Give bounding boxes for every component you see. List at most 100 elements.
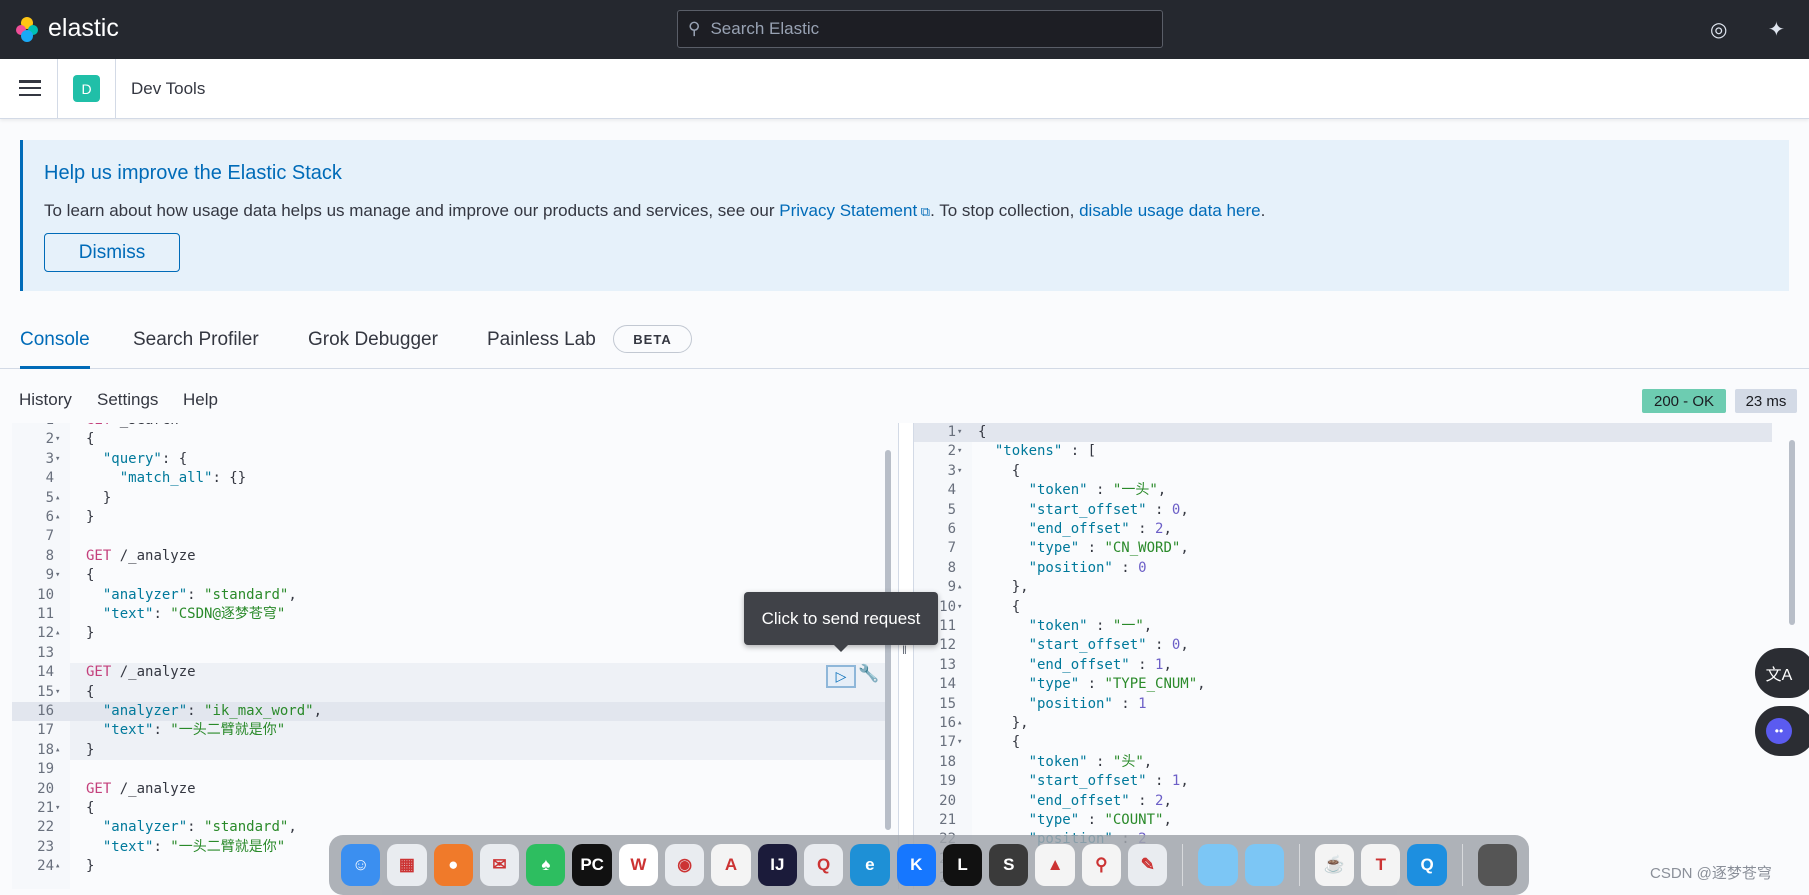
response-viewer[interactable]: 1 ▾{2 ▾ "tokens" : [3 ▾ {4 "token" : "一头", 5… [914, 423, 1783, 889]
code-line[interactable]: 2 ▾ "tokens" : [ [914, 442, 1783, 461]
code-line[interactable]: 15 ▾ { [12, 682, 898, 702]
fold-toggle-icon[interactable]: ▴ [957, 578, 962, 597]
wrench-icon[interactable]: 🔧 [858, 664, 879, 684]
fold-toggle-icon[interactable]: ▾ [957, 733, 962, 752]
code-line[interactable]: 18 ▴} [12, 740, 898, 761]
code-line[interactable]: 3 ▾ { [914, 462, 1783, 481]
translate-button[interactable]: 文A [1755, 648, 1809, 698]
code-line[interactable]: 21 "type" : "COUNT", [914, 811, 1783, 830]
code-line[interactable]: 15 "position" : 1 [914, 695, 1783, 714]
tab-search-profiler[interactable]: Search Profiler [133, 329, 259, 369]
evernote-icon[interactable]: ♠ [526, 844, 566, 886]
code-line[interactable]: 5 ▴ } [12, 489, 898, 508]
maps-icon[interactable]: ▲ [1035, 844, 1075, 886]
help-icon[interactable]: ◎ [1710, 17, 1727, 42]
sublime-icon[interactable]: S [989, 844, 1029, 886]
code-line[interactable]: 9 ▾ { [12, 566, 898, 585]
code-line[interactable]: 17 "text": "一头二臂就是你" [12, 721, 898, 741]
menu-icon[interactable] [19, 78, 41, 98]
fold-toggle-icon[interactable]: ▾ [957, 462, 962, 481]
preview-icon[interactable]: ✎ [1128, 844, 1168, 886]
tab-painless-lab[interactable]: Painless Lab [487, 329, 596, 369]
code-line[interactable]: 18 "token" : "头", [914, 753, 1783, 772]
edge-icon[interactable]: e [850, 844, 890, 886]
fold-toggle-icon[interactable]: ▾ [957, 442, 962, 461]
code-line[interactable]: 19 "start_offset" : 1, [914, 772, 1783, 791]
code-line[interactable]: 8 "position" : 0 [914, 559, 1783, 578]
fold-toggle-icon[interactable]: ▴ [55, 489, 60, 508]
send-request-button[interactable]: ▷ [826, 665, 856, 688]
fold-toggle-icon[interactable]: ▾ [957, 423, 962, 442]
fold-toggle-icon[interactable]: ▾ [55, 566, 60, 585]
code-line[interactable]: 14 GET /_analyze [12, 663, 898, 683]
launchpad-icon[interactable]: ▦ [387, 844, 427, 886]
code-line[interactable]: 9 ▴ }, [914, 578, 1783, 597]
java-icon[interactable]: ☕ [1314, 844, 1355, 886]
trash-icon[interactable] [1477, 844, 1517, 886]
response-scrollbar[interactable] [1789, 440, 1795, 625]
code-line[interactable]: 20 GET /_analyze [12, 780, 898, 799]
code-line[interactable]: 7 [12, 527, 898, 546]
finder-icon[interactable]: ☺ [341, 844, 381, 886]
privacy-statement-link[interactable]: Privacy Statement [779, 201, 917, 220]
wechat-icon[interactable]: ✉ [479, 844, 520, 886]
code-line[interactable]: 12 "start_offset" : 0, [914, 636, 1783, 655]
fold-toggle-icon[interactable]: ▴ [957, 714, 962, 733]
folder-icon[interactable] [1198, 844, 1238, 886]
space-avatar[interactable]: D [73, 75, 100, 102]
code-line[interactable]: 13 "end_offset" : 1, [914, 656, 1783, 675]
text-edit-icon[interactable]: T [1361, 844, 1401, 886]
elastic-logo[interactable]: elastic [14, 14, 119, 43]
fold-toggle-icon[interactable]: ▾ [55, 683, 60, 702]
fold-toggle-icon[interactable]: ▴ [55, 741, 60, 760]
search-icon[interactable]: ⚲ [1081, 844, 1122, 886]
code-line[interactable]: 20 "end_offset" : 2, [914, 792, 1783, 811]
qq-icon[interactable]: Q [803, 844, 844, 886]
fold-toggle-icon[interactable]: ▾ [55, 450, 60, 469]
assistant-button[interactable]: •• [1755, 706, 1809, 756]
tab-console[interactable]: Console [20, 329, 90, 369]
code-line[interactable]: 11 "token" : "一", [914, 617, 1783, 636]
code-line[interactable]: 7 "type" : "CN_WORD", [914, 539, 1783, 558]
code-line[interactable]: 14 "type" : "TYPE_CNUM", [914, 675, 1783, 694]
code-line[interactable]: 1 ▾ { [914, 423, 1783, 443]
intellij-icon[interactable]: IJ [757, 844, 797, 886]
fold-toggle-icon[interactable]: ▴ [55, 508, 60, 527]
code-line[interactable]: 1 GET _search [12, 423, 898, 430]
dismiss-button[interactable]: Dismiss [44, 233, 180, 272]
code-line[interactable]: 5 "start_offset" : 0, [914, 501, 1783, 520]
chrome-icon[interactable]: ◉ [665, 844, 705, 886]
firefox-icon[interactable]: ● [433, 844, 473, 886]
code-line[interactable]: 4 "token" : "一头", [914, 481, 1783, 500]
search-input[interactable]: ⚲ Search Elastic [677, 10, 1163, 48]
folder-icon[interactable] [1244, 844, 1284, 886]
code-line[interactable]: 6 ▴} [12, 508, 898, 527]
code-line[interactable]: 10 ▾ { [914, 598, 1783, 617]
fold-toggle-icon[interactable]: ▴ [55, 857, 60, 876]
code-line[interactable]: 13 [12, 644, 898, 663]
fold-toggle-icon[interactable]: ▴ [55, 624, 60, 643]
code-line[interactable]: 2 ▾ { [12, 430, 898, 449]
code-line[interactable]: 21 ▾ { [12, 799, 898, 818]
newsfeed-icon[interactable]: ✦ [1768, 17, 1785, 42]
pycharm-icon[interactable]: PC [572, 844, 612, 886]
code-line[interactable]: 19 [12, 760, 898, 779]
code-line[interactable]: 17 ▾ { [914, 733, 1783, 752]
code-line[interactable]: 3 ▾ "query": { [12, 450, 898, 469]
fold-toggle-icon[interactable]: ▾ [55, 799, 60, 818]
settings-link[interactable]: Settings [97, 390, 158, 410]
tab-grok-debugger[interactable]: Grok Debugger [308, 329, 438, 369]
pane-resizer[interactable]: ‖ [898, 423, 914, 889]
typora-icon[interactable]: A [711, 844, 751, 886]
lark-icon[interactable]: L [942, 844, 983, 886]
code-line[interactable]: 8 GET /_analyze [12, 547, 898, 566]
history-link[interactable]: History [19, 390, 72, 410]
kuaidi-icon[interactable]: K [896, 844, 936, 886]
code-line[interactable]: 6 "end_offset" : 2, [914, 520, 1783, 539]
wps-icon[interactable]: W [618, 844, 659, 886]
code-line[interactable]: 16 "analyzer": "ik_max_word", [12, 702, 898, 722]
disable-usage-link[interactable]: disable usage data here [1079, 201, 1260, 220]
help-link[interactable]: Help [183, 390, 218, 410]
fold-toggle-icon[interactable]: ▾ [55, 430, 60, 449]
quicktime-icon[interactable]: Q [1407, 844, 1447, 886]
